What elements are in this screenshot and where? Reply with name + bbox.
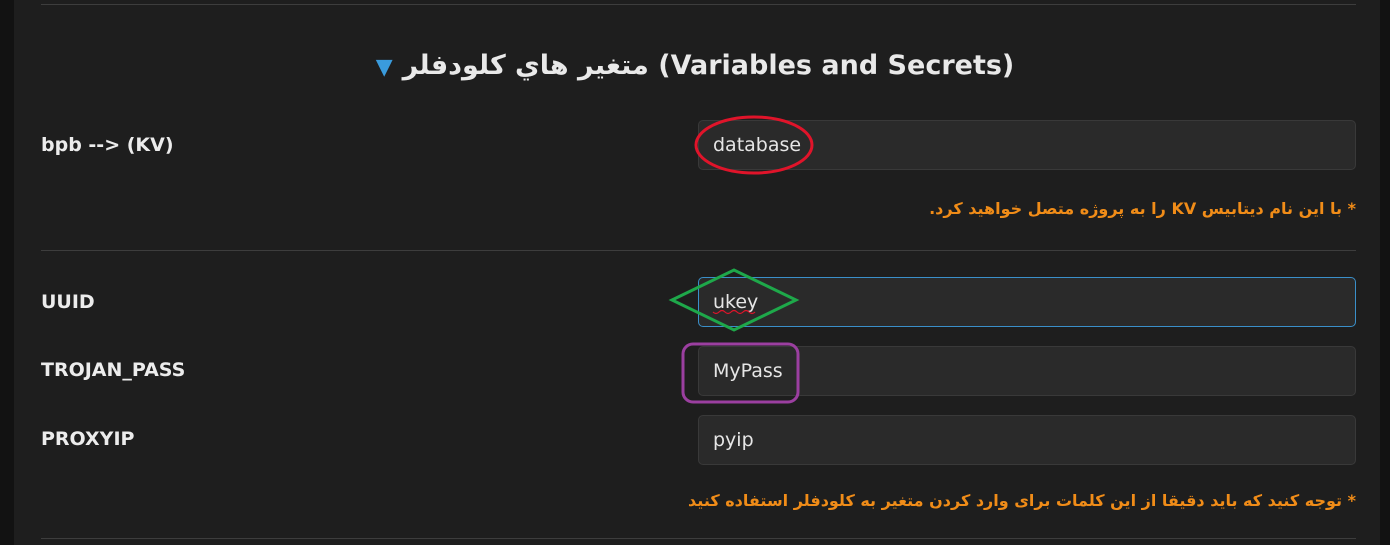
trojan-pass-label: TROJAN_PASS (41, 359, 186, 381)
kv-note: * با این نام دیتابیس KV را به پروژه متصل… (929, 199, 1356, 218)
vars-note: * توجه کنید که باید دقیقا از این کلمات ب… (688, 491, 1356, 510)
section-divider (41, 250, 1356, 251)
proxyip-input[interactable] (698, 415, 1356, 465)
proxyip-label: PROXYIP (41, 428, 135, 450)
uuid-label: UUID (41, 291, 95, 313)
kv-name-input[interactable] (698, 120, 1356, 170)
top-divider (41, 4, 1356, 5)
uuid-input[interactable] (698, 277, 1356, 327)
bottom-divider (41, 538, 1356, 539)
section-header[interactable]: ▼ متغير هاي كلودفلر (Variables and Secret… (0, 44, 1390, 90)
triangle-down-icon[interactable]: ▼ (376, 55, 393, 80)
trojan-pass-input[interactable] (698, 346, 1356, 396)
section-title: متغير هاي كلودفلر (Variables and Secrets… (402, 50, 1015, 81)
kv-label: bpb --> (KV) (41, 134, 174, 156)
